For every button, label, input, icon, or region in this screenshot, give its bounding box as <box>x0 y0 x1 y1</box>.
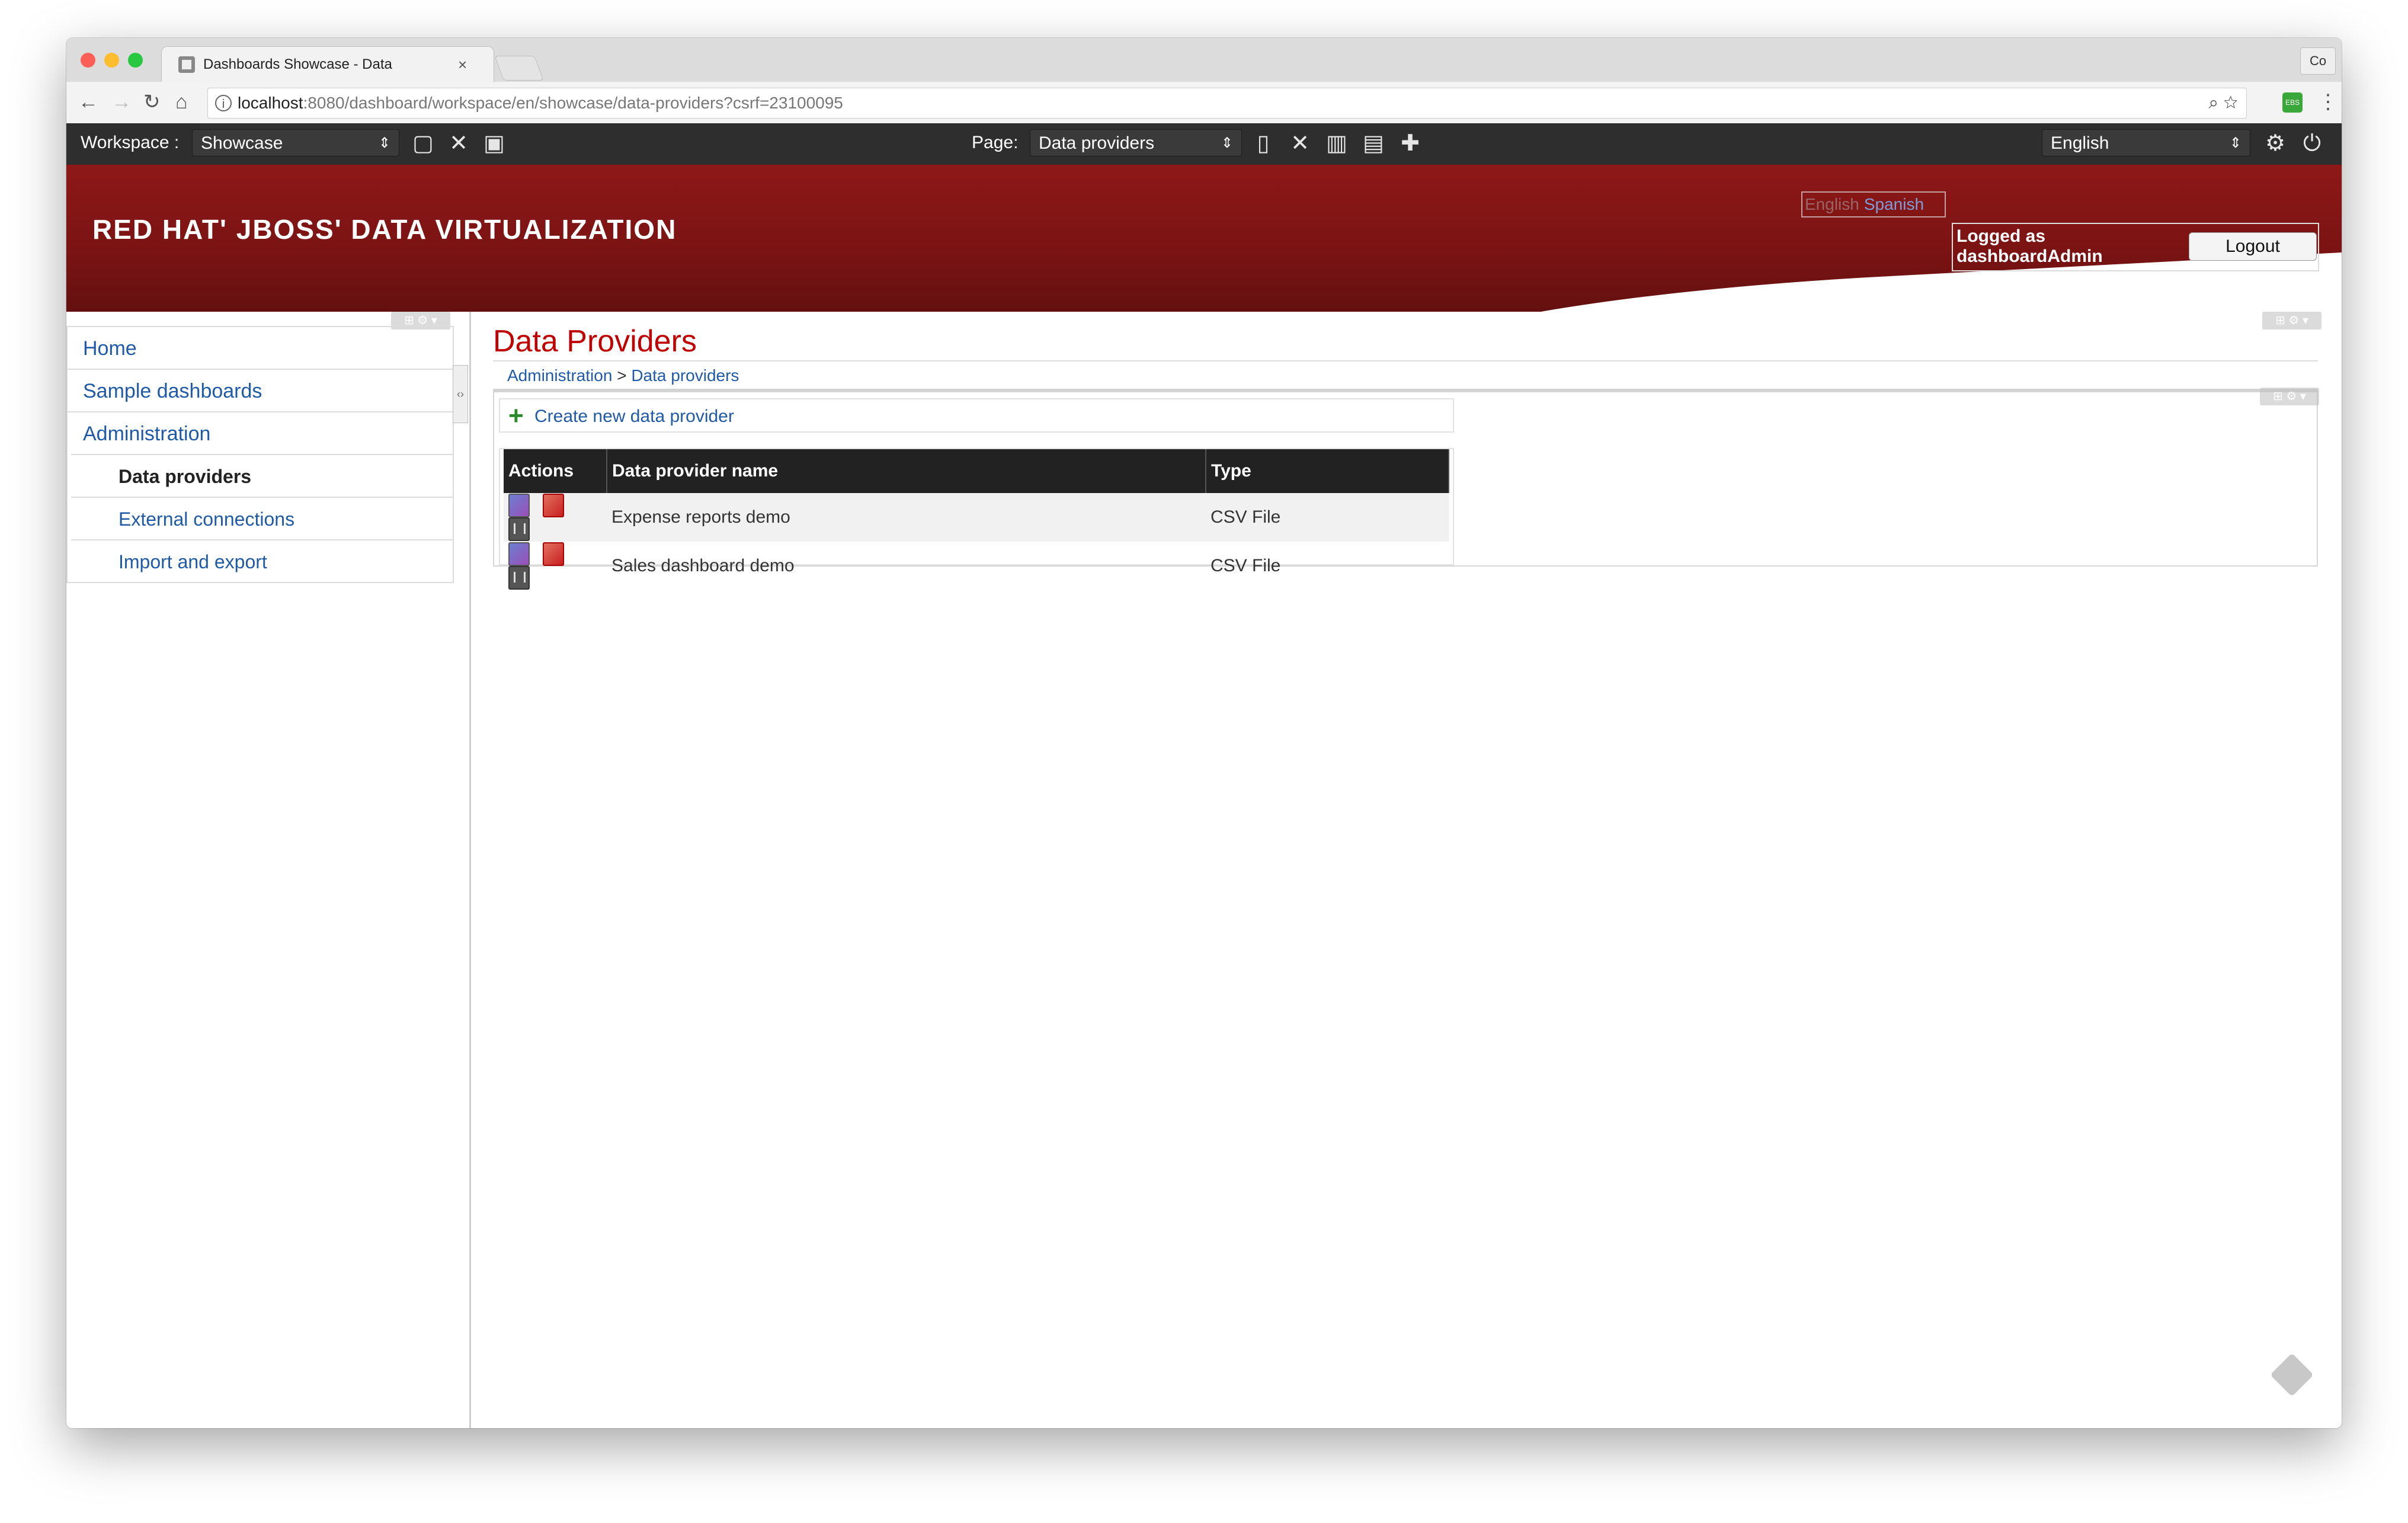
kebab-menu-icon[interactable]: ⋮ <box>2318 90 2338 114</box>
nav-item-data-providers[interactable]: Data providers <box>71 454 453 497</box>
nav-list: Home Sample dashboards Administration Da… <box>66 326 454 583</box>
login-panel: Logged as dashboardAdmin Logout <box>1952 223 2319 271</box>
select-arrow-icon: ⇕ <box>2229 135 2242 151</box>
page-select-value: Data providers <box>1039 133 1155 153</box>
nav-item-home[interactable]: Home <box>68 326 453 369</box>
admin-toolbar: Workspace : Showcase ⇕ ▢ ✕ ▣ Page: Data … <box>66 123 2342 165</box>
provider-type-cell: CSV File <box>1211 556 1281 575</box>
add-panel-icon[interactable]: ✚ <box>1398 132 1422 155</box>
close-window-button[interactable] <box>81 53 95 68</box>
delete-icon[interactable] <box>508 566 530 590</box>
export-icon[interactable] <box>543 542 564 566</box>
address-bar: ← → ↻ ⌂ i localhost:8080/dashboard/works… <box>66 82 2342 124</box>
provider-name-cell: Sales dashboard demo <box>611 556 795 575</box>
url-field[interactable]: i localhost:8080/dashboard/workspace/en/… <box>207 88 2247 119</box>
providers-table-wrap: Actions Data provider name Type Expense … <box>499 448 1454 590</box>
breadcrumb-data-providers-link[interactable]: Data providers <box>631 366 739 385</box>
delete-page-icon[interactable]: ▥ <box>1325 132 1349 155</box>
browser-window: Dashboards Showcase - Data × Co ← → ↻ ⌂ … <box>66 38 2342 1428</box>
collapse-handle[interactable]: ‹› <box>453 365 468 423</box>
favicon-icon <box>178 56 195 73</box>
duplicate-workspace-icon[interactable]: ▣ <box>482 132 506 155</box>
row-actions <box>504 542 607 590</box>
select-arrow-icon: ⇕ <box>378 135 390 151</box>
url-host: localhost <box>238 94 303 112</box>
language-select[interactable]: English ⇕ <box>2042 129 2250 156</box>
workspace-select[interactable]: Showcase ⇕ <box>192 129 399 156</box>
nav-item-administration[interactable]: Administration <box>68 411 453 454</box>
tab-strip: Dashboards Showcase - Data × Co <box>66 38 2342 82</box>
provider-type-cell: CSV File <box>1206 493 1449 542</box>
minimize-window-button[interactable] <box>104 53 119 68</box>
table-header-row: Actions Data provider name Type <box>504 449 1449 493</box>
new-workspace-icon[interactable]: ▢ <box>411 132 435 155</box>
left-nav: ⊞ ⚙ ▾ Home Sample dashboards Administrat… <box>66 312 471 1428</box>
extension-icon[interactable]: EBS <box>2282 92 2303 113</box>
breadcrumb-separator: > <box>617 366 627 385</box>
profile-button[interactable]: Co <box>2300 47 2336 75</box>
page-label: Page: <box>972 133 1019 152</box>
maximize-window-button[interactable] <box>128 53 143 68</box>
workspace-label: Workspace : <box>81 133 180 152</box>
home-icon[interactable]: ⌂ <box>175 90 188 114</box>
page-select[interactable]: Data providers ⇕ <box>1030 129 1242 156</box>
export-icon[interactable] <box>543 494 564 517</box>
page-title: Data Providers <box>493 324 697 359</box>
panel-tools-icon[interactable]: ⊞ ⚙ ▾ <box>2260 388 2319 405</box>
nav-item-import-export[interactable]: Import and export <box>71 539 453 582</box>
workspace-select-value: Showcase <box>201 133 283 153</box>
gear-icon[interactable]: ⚙ <box>2263 132 2287 155</box>
table-row: Expense reports demo CSV File <box>504 493 1449 542</box>
create-provider-bar: + Create new data provider <box>499 398 1454 433</box>
row-actions <box>504 493 607 542</box>
back-arrow-icon[interactable]: ← <box>78 90 98 114</box>
plus-icon[interactable]: + <box>508 403 524 429</box>
header-banner: RED HAT' JBOSS' DATA VIRTUALIZATION Engl… <box>66 165 2342 312</box>
workspace-properties-icon[interactable]: ✕ <box>447 132 470 155</box>
column-header-actions: Actions <box>504 449 607 493</box>
reload-icon[interactable]: ↻ <box>143 90 161 114</box>
language-switcher: English Spanish <box>1801 191 1946 217</box>
select-arrow-icon: ⇕ <box>1221 135 1233 151</box>
lang-english-link[interactable]: English <box>1805 195 1859 213</box>
edit-icon[interactable] <box>508 542 530 566</box>
power-icon[interactable]: ⏻ <box>2300 132 2324 155</box>
provider-name-cell: Expense reports demo <box>607 493 1206 542</box>
tab-title: Dashboards Showcase - Data <box>203 56 392 72</box>
title-divider <box>493 360 2318 361</box>
column-header-name[interactable]: Data provider name <box>607 449 1206 493</box>
new-page-icon[interactable]: ▯ <box>1251 132 1275 155</box>
tab-close-icon[interactable]: × <box>458 56 467 74</box>
page-properties-icon[interactable]: ✕ <box>1288 132 1312 155</box>
new-tab-button[interactable] <box>494 56 544 81</box>
edit-icon[interactable] <box>508 494 530 517</box>
create-provider-link[interactable]: Create new data provider <box>534 407 734 427</box>
logged-as-text: Logged as dashboardAdmin <box>1956 226 2103 266</box>
table-row: Sales dashboard demo CSV File <box>504 542 1449 590</box>
forward-arrow-icon[interactable]: → <box>111 90 132 114</box>
main-content: ⊞ ⚙ ▾ Data Providers Administration > Da… <box>493 312 2342 1428</box>
lang-spanish-link[interactable]: Spanish <box>1864 195 1924 213</box>
breadcrumb-administration-link[interactable]: Administration <box>507 366 612 385</box>
panel-tools-icon[interactable]: ⊞ ⚙ ▾ <box>2262 312 2321 329</box>
logout-button[interactable]: Logout <box>2189 232 2317 261</box>
nav-item-sample-dashboards[interactable]: Sample dashboards <box>68 369 453 411</box>
column-header-type[interactable]: Type <box>1206 449 1449 493</box>
breadcrumb: Administration > Data providers <box>507 366 739 385</box>
duplicate-page-icon[interactable]: ▤ <box>1362 132 1385 155</box>
data-providers-panel: ⊞ ⚙ ▾ + Create new data provider Actions… <box>493 388 2319 590</box>
nav-item-external-connections[interactable]: External connections <box>71 497 453 539</box>
browser-tab[interactable]: Dashboards Showcase - Data × <box>161 46 494 82</box>
url-path: :8080/dashboard/workspace/en/showcase/da… <box>303 94 843 112</box>
providers-table: Actions Data provider name Type Expense … <box>504 449 1449 590</box>
product-logo: RED HAT' JBOSS' DATA VIRTUALIZATION <box>92 214 677 245</box>
omnibox-icons: ⌕ ☆ <box>2208 93 2238 113</box>
url-text: localhost:8080/dashboard/workspace/en/sh… <box>238 94 843 113</box>
info-icon[interactable]: i <box>215 95 232 111</box>
star-icon[interactable]: ☆ <box>2224 93 2238 113</box>
delete-icon[interactable] <box>508 517 530 541</box>
zoom-icon[interactable]: ⌕ <box>2208 93 2218 113</box>
language-select-value: English <box>2051 133 2109 153</box>
